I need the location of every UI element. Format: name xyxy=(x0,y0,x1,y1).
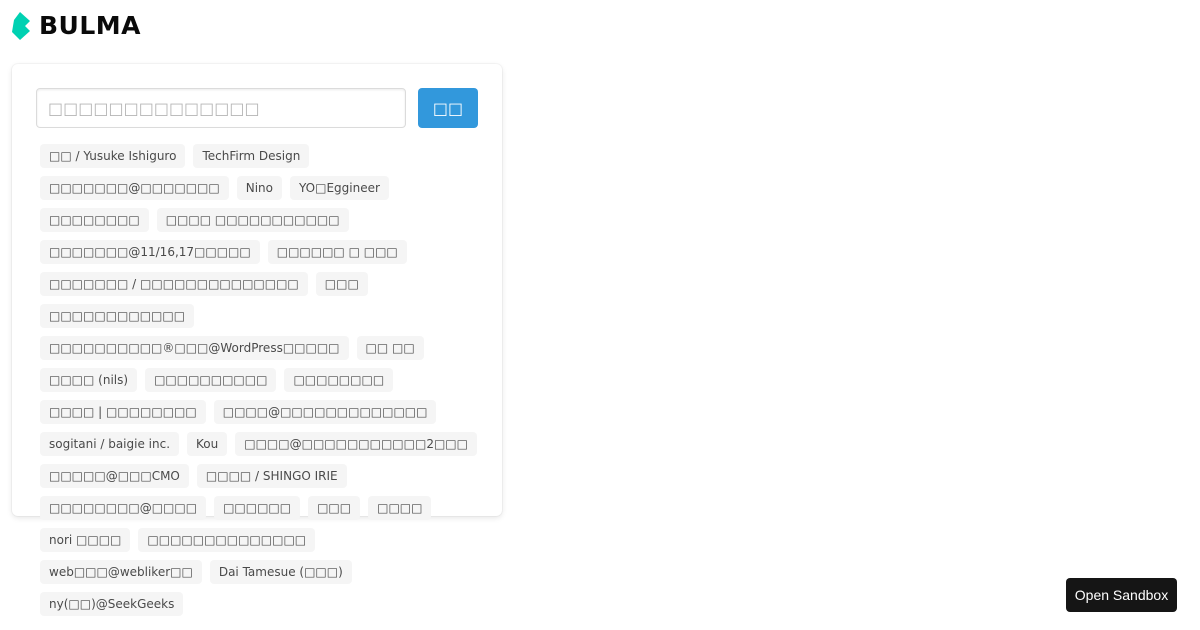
tag[interactable]: □□□□□□□□□□□□□□ xyxy=(138,528,316,552)
tag[interactable]: □□□□□□□□□□ xyxy=(145,368,277,392)
tag[interactable]: □□□□@□□□□□□□□□□□□□ xyxy=(213,400,437,424)
tag[interactable]: Nino xyxy=(236,176,282,200)
tag[interactable]: □□□□□□ □ □□□ xyxy=(267,240,407,264)
search-button[interactable]: □□ xyxy=(418,88,478,128)
bulma-logo-icon xyxy=(12,12,30,40)
tag[interactable]: □□ / Yusuke Ishiguro xyxy=(40,144,186,168)
tag[interactable]: □□□□□□□□□□□□ xyxy=(40,304,195,328)
tag[interactable]: □□□□□□□□ xyxy=(40,208,149,232)
tag[interactable]: ny(□□)@SeekGeeks xyxy=(40,592,184,616)
search-card: □□ □□ / Yusuke Ishiguro TechFirm Design □□… xyxy=(12,64,502,616)
tag[interactable]: □□□□□@□□□CMO xyxy=(40,464,189,488)
tag[interactable]: Dai Tamesue (□□□) xyxy=(209,560,352,584)
tag[interactable]: □□□□ xyxy=(368,496,432,520)
open-sandbox-button[interactable]: Open Sandbox xyxy=(1066,578,1177,612)
tag[interactable]: □□□□ / SHINGO IRIE xyxy=(196,464,347,488)
tag[interactable]: web□□□@webliker□□ xyxy=(40,560,202,584)
tag[interactable]: □□□ xyxy=(315,272,368,296)
tag-list: □□ / Yusuke Ishiguro TechFirm Design □□□□□… xyxy=(36,144,478,616)
tag[interactable]: □□□□ □□□□□□□□□□□ xyxy=(156,208,349,232)
tag[interactable]: nori □□□□ xyxy=(40,528,131,552)
tag[interactable]: □□ □□ xyxy=(356,336,424,360)
tag[interactable]: □□□□□□□@□□□□□□□ xyxy=(40,176,229,200)
tag[interactable]: Kou xyxy=(187,432,228,456)
tag[interactable]: □□□□@□□□□□□□□□□□2□□□ xyxy=(235,432,477,456)
tag[interactable]: □□□□□□□□@□□□□ xyxy=(40,496,207,520)
tag[interactable]: □□□□□□□□□□®□□□@WordPress□□□□□ xyxy=(40,336,349,360)
tag[interactable]: □□□□□□ xyxy=(214,496,301,520)
bulma-logo[interactable]: BULMA xyxy=(12,12,141,40)
tag[interactable]: □□□□□□□ / □□□□□□□□□□□□□□ xyxy=(40,272,308,296)
tag[interactable]: □□□ xyxy=(308,496,361,520)
tag[interactable]: □□□□□□□□ xyxy=(284,368,394,392)
tag[interactable]: □□□□ (nils) xyxy=(40,368,138,392)
search-input[interactable] xyxy=(36,88,406,128)
tag[interactable]: TechFirm Design xyxy=(193,144,310,168)
tag[interactable]: □□□□□□□@11/16,17□□□□□ xyxy=(40,240,260,264)
tag[interactable]: □□□□ | □□□□□□□□ xyxy=(40,400,206,424)
tag[interactable]: YO□Eggineer xyxy=(290,176,389,200)
search-row: □□ xyxy=(36,88,478,128)
logo-text: BULMA xyxy=(39,11,142,40)
tag[interactable]: sogitani / baigie inc. xyxy=(40,432,180,456)
